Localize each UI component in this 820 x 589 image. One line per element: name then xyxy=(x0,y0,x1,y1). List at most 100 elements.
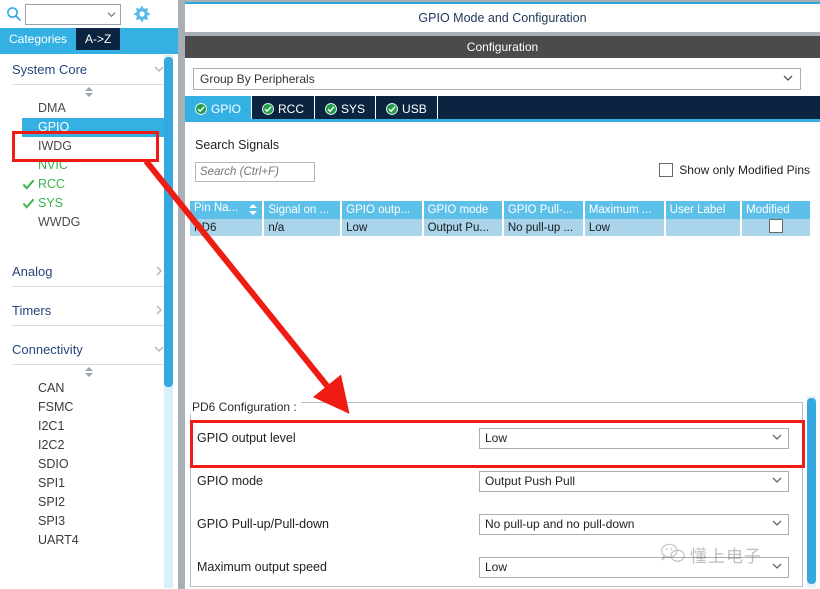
app-window: Categories A->Z System Core DMA GPIO IWD… xyxy=(0,0,820,589)
sidebar-group-connectivity[interactable]: Connectivity xyxy=(12,334,166,365)
column-user-label[interactable]: User Label xyxy=(664,201,743,219)
gpio-output-level-value: Low xyxy=(485,431,508,445)
cell-maximum[interactable]: Low xyxy=(583,219,666,236)
sidebar-search-row xyxy=(0,0,178,28)
cell-signal-on: n/a xyxy=(263,219,343,236)
tab-label: RCC xyxy=(278,102,305,116)
cell-pin-name: PD6 xyxy=(190,219,265,236)
sidebar-item-sys[interactable]: SYS xyxy=(0,194,178,213)
sidebar-item-sdio[interactable]: SDIO xyxy=(0,455,178,474)
sidebar-group-label: Connectivity xyxy=(12,341,83,357)
sidebar-group-analog[interactable]: Analog xyxy=(12,256,166,287)
gpio-output-level-dropdown[interactable]: Low xyxy=(479,427,789,449)
chevron-down-icon xyxy=(782,72,794,87)
sidebar-search-box[interactable] xyxy=(25,3,121,25)
tab-usb[interactable]: USB xyxy=(376,96,438,122)
sidebar-item-rcc[interactable]: RCC xyxy=(0,175,178,194)
check-icon xyxy=(22,197,35,210)
sidebar-item-i2c1[interactable]: I2C1 xyxy=(0,417,178,436)
page-title: GPIO Mode and Configuration xyxy=(185,2,820,32)
column-modified[interactable]: Modified xyxy=(741,201,810,219)
configuration-header: Configuration xyxy=(185,36,820,58)
gpio-mode-value: Output Push Pull xyxy=(485,474,576,488)
cell-gpio-mode[interactable]: Output Pu... xyxy=(422,219,504,236)
column-gpio-pull[interactable]: GPIO Pull-... xyxy=(502,201,585,219)
sidebar-group-label: Analog xyxy=(12,263,53,279)
pins-table: Pin Na... Signal on ... GPIO outp... GPI… xyxy=(190,201,810,236)
tab-categories[interactable]: Categories xyxy=(0,28,77,50)
sidebar-search-input[interactable] xyxy=(26,6,104,22)
check-icon xyxy=(22,178,35,191)
chevron-down-icon xyxy=(771,560,783,575)
search-signals-label: Search Signals xyxy=(195,138,280,152)
sidebar-group-timers[interactable]: Timers xyxy=(12,295,166,326)
show-modified-pins-checkbox[interactable] xyxy=(659,163,674,177)
sidebar-item-nvic[interactable]: NVIC xyxy=(0,156,178,175)
sidebar-item-uart4[interactable]: UART4 xyxy=(0,531,178,550)
pd6-row-pull-updown: GPIO Pull-up/Pull-down No pull-up and no… xyxy=(185,510,798,538)
main-scrollbar-thumb[interactable] xyxy=(807,398,816,584)
sidebar-item-label: RCC xyxy=(38,177,66,191)
sort-arrow-icon[interactable] xyxy=(248,204,258,218)
gpio-pull-dropdown[interactable]: No pull-up and no pull-down xyxy=(479,513,789,535)
tab-a-to-z[interactable]: A->Z xyxy=(76,28,121,50)
sidebar-item-spi1[interactable]: SPI1 xyxy=(0,474,178,493)
sidebar-item-dma[interactable]: DMA xyxy=(0,99,178,118)
group-by-dropdown[interactable]: Group By Peripherals xyxy=(193,68,801,90)
sidebar-item-iwdg[interactable]: IWDG xyxy=(0,137,178,156)
gpio-mode-dropdown[interactable]: Output Push Pull xyxy=(479,470,789,492)
sidebar-group-label: System Core xyxy=(12,61,88,77)
tab-label: GPIO xyxy=(211,102,242,116)
max-output-speed-dropdown[interactable]: Low xyxy=(479,556,789,578)
cell-gpio-pull[interactable]: No pull-up ... xyxy=(502,219,585,236)
row-modified-checkbox[interactable] xyxy=(769,219,784,233)
column-maximum[interactable]: Maximum ... xyxy=(583,201,666,219)
sidebar-item-spi2[interactable]: SPI2 xyxy=(0,493,178,512)
check-circle-icon xyxy=(262,103,274,115)
pd6-row-gpio-mode: GPIO mode Output Push Pull xyxy=(185,467,798,495)
chevron-down-icon xyxy=(771,431,783,446)
chevron-down-icon xyxy=(771,474,783,489)
cell-gpio-output[interactable]: Low xyxy=(341,219,424,236)
sidebar-item-i2c2[interactable]: I2C2 xyxy=(0,436,178,455)
sidebar-scrollbar-thumb[interactable] xyxy=(164,57,173,387)
table-header-row: Pin Na... Signal on ... GPIO outp... GPI… xyxy=(190,201,810,219)
sidebar-group-label: Timers xyxy=(12,302,52,318)
search-signals-box[interactable] xyxy=(195,162,315,182)
cell-modified[interactable] xyxy=(741,219,810,236)
max-output-speed-value: Low xyxy=(485,560,508,574)
column-signal-on[interactable]: Signal on ... xyxy=(263,201,343,219)
show-modified-pins-label: Show only Modified Pins xyxy=(679,163,810,177)
search-signals-input[interactable] xyxy=(196,163,314,181)
sidebar-item-fsmc[interactable]: FSMC xyxy=(0,398,178,417)
pd6-configuration-legend: PD6 Configuration : xyxy=(188,400,301,414)
sidebar-item-wwdg[interactable]: WWDG xyxy=(0,213,178,232)
group-by-value: Group By Peripherals xyxy=(200,72,315,86)
column-gpio-mode[interactable]: GPIO mode xyxy=(422,201,504,219)
gpio-output-level-label: GPIO output level xyxy=(197,431,296,445)
chevron-down-icon[interactable] xyxy=(107,8,116,17)
tab-label: USB xyxy=(402,102,427,116)
scroll-spinner-up[interactable] xyxy=(0,85,178,99)
search-icon xyxy=(3,3,25,25)
sidebar-tree: System Core DMA GPIO IWDG NVIC RCC SYS W… xyxy=(0,54,178,589)
peripheral-tabs: GPIO RCC SYS USB xyxy=(185,96,820,122)
tab-rcc[interactable]: RCC xyxy=(252,96,316,122)
column-pin-name[interactable]: Pin Na... xyxy=(190,201,265,219)
table-row[interactable]: PD6 n/a Low Output Pu... No pull-up ... … xyxy=(190,219,810,236)
gear-icon[interactable] xyxy=(127,2,157,26)
show-modified-pins-row[interactable]: Show only Modified Pins xyxy=(659,163,810,177)
sidebar-tabs: Categories A->Z xyxy=(0,28,178,54)
column-gpio-output[interactable]: GPIO outp... xyxy=(341,201,424,219)
scroll-spinner-down[interactable] xyxy=(0,365,178,379)
gpio-mode-label: GPIO mode xyxy=(197,474,263,488)
check-circle-icon xyxy=(325,103,337,115)
sidebar-item-gpio[interactable]: GPIO xyxy=(22,118,170,137)
cell-user-label[interactable] xyxy=(664,219,743,236)
sidebar-item-can[interactable]: CAN xyxy=(0,379,178,398)
sidebar-group-system-core[interactable]: System Core xyxy=(12,54,166,85)
gpio-pull-value: No pull-up and no pull-down xyxy=(485,517,635,531)
sidebar-item-spi3[interactable]: SPI3 xyxy=(0,512,178,531)
tab-gpio[interactable]: GPIO xyxy=(185,96,253,122)
tab-sys[interactable]: SYS xyxy=(315,96,377,122)
